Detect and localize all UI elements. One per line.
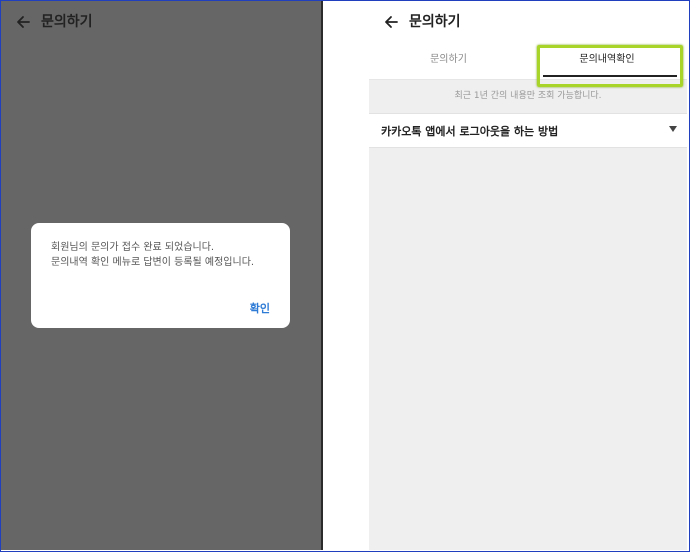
dialog-message-line: 회원님의 문의가 접수 완료 되었습니다. [51,242,215,253]
page-title: 문의하기 [41,14,93,30]
list-item[interactable]: 카카오톡 앱에서 로그아웃을 하는 방법 [369,113,687,148]
caret-down-icon [669,126,677,132]
tab-inquiry[interactable]: 문의하기 [369,41,528,79]
tab-bar: 문의하기 문의내역확인 [369,41,687,87]
right-screen: 문의하기 문의하기 문의내역확인 최근 1년 간의 내용만 조회 가능합니다. … [323,1,689,550]
left-screen: 문의하기 회원님의 문의가 접수 완료 되었습니다. 문의내역 확인 메뉴로 답… [1,1,321,550]
content-area: 문의하기 문의내역확인 최근 1년 간의 내용만 조회 가능합니다. 카카오톡 … [369,41,687,550]
page-title: 문의하기 [409,14,461,30]
back-arrow-icon[interactable] [15,14,31,30]
left-header: 문의하기 [1,1,321,41]
confirm-button[interactable]: 확인 [250,300,270,316]
list-item-title: 카카오톡 앱에서 로그아웃을 하는 방법 [381,125,559,138]
history-notice: 최근 1년 간의 내용만 조회 가능합니다. [454,91,602,101]
dialog-message: 회원님의 문의가 접수 완료 되었습니다. 문의내역 확인 메뉴로 답변이 등록… [51,240,281,270]
dialog-message-line: 문의내역 확인 메뉴로 답변이 등록될 예정입니다. [51,257,255,268]
back-arrow-icon[interactable] [383,14,399,30]
right-header: 문의하기 [323,1,689,41]
confirmation-dialog: 회원님의 문의가 접수 완료 되었습니다. 문의내역 확인 메뉴로 답변이 등록… [31,223,290,328]
